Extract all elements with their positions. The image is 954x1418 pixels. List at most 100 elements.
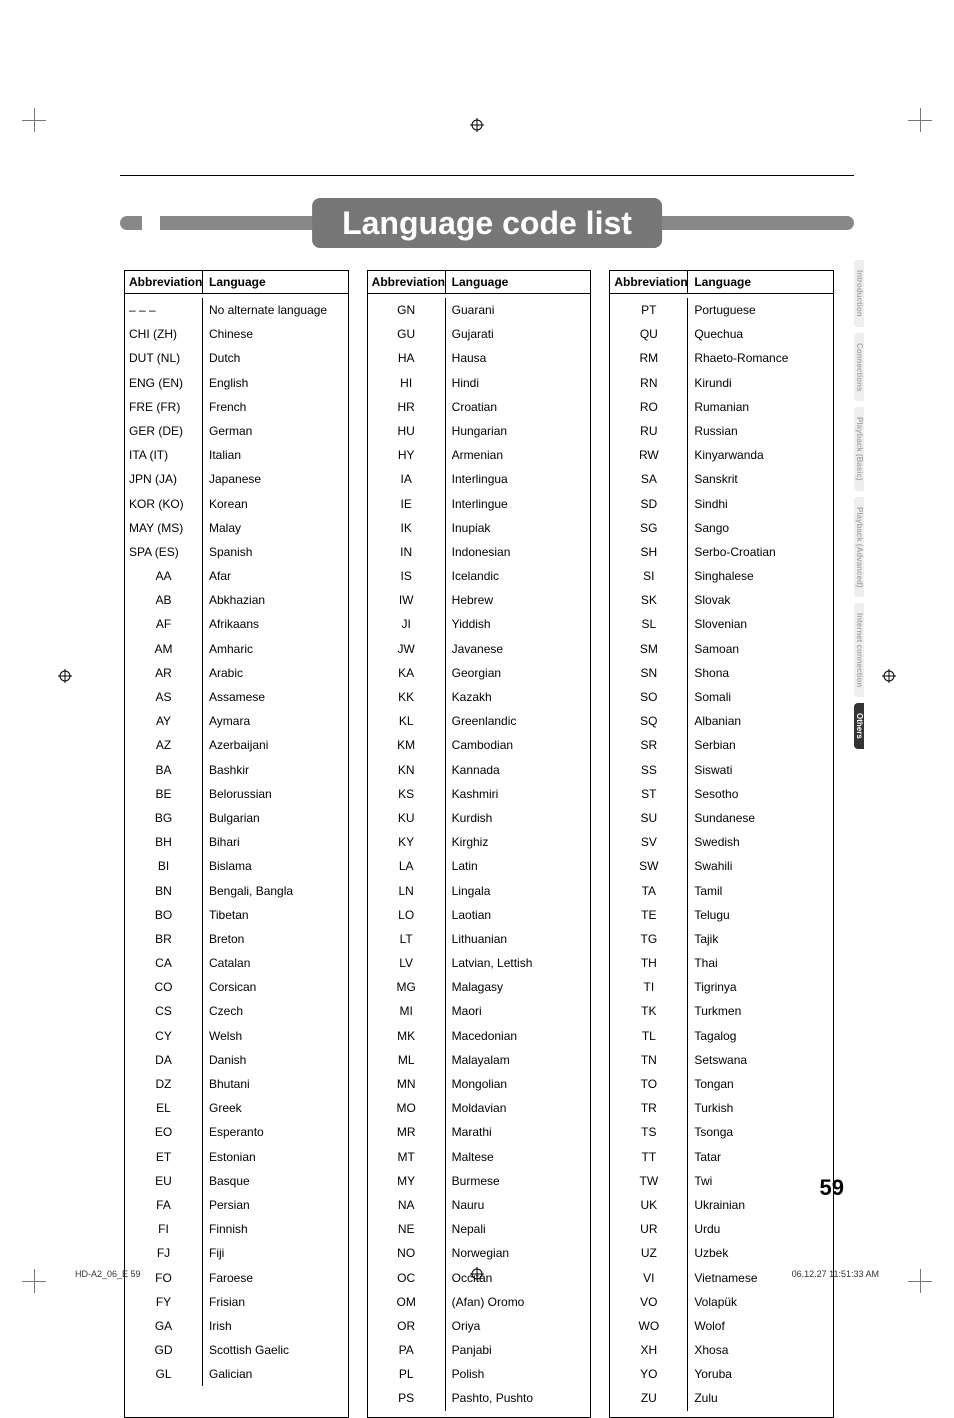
table-row: ITA (IT)Italian [125, 443, 348, 467]
column-header: AbbreviationLanguage [368, 271, 591, 294]
table-row: AAAfar [125, 564, 348, 588]
table-row: BGBulgarian [125, 806, 348, 830]
title-pill: Language code list [312, 198, 662, 248]
side-tab[interactable]: Others [854, 703, 864, 749]
cell-language: Tigrinya [688, 975, 833, 999]
table-row: SNShona [610, 661, 833, 685]
cell-abbreviation: AY [125, 709, 203, 733]
cell-abbreviation: MR [368, 1120, 446, 1144]
cell-abbreviation: SM [610, 637, 688, 661]
cell-language: Finnish [203, 1217, 348, 1241]
table-row: GNGuarani [368, 298, 591, 322]
table-row: LNLingala [368, 879, 591, 903]
table-row: IWHebrew [368, 588, 591, 612]
side-tab[interactable]: Playback (Advanced) [854, 497, 864, 597]
table-row: DZBhutani [125, 1072, 348, 1096]
side-tab[interactable]: Playback (Basic) [854, 407, 864, 491]
table-row: SSSiswati [610, 758, 833, 782]
cell-language: Macedonian [446, 1024, 591, 1048]
cell-abbreviation: NA [368, 1193, 446, 1217]
column-header: AbbreviationLanguage [610, 271, 833, 294]
cell-language: Twi [688, 1169, 833, 1193]
table-row: TKTurkmen [610, 999, 833, 1023]
cell-language: Rhaeto-Romance [688, 346, 833, 370]
table-row: RMRhaeto-Romance [610, 346, 833, 370]
cell-language: Ukrainian [688, 1193, 833, 1217]
table-row: IEInterlingue [368, 492, 591, 516]
cell-abbreviation: LO [368, 903, 446, 927]
cell-abbreviation: MG [368, 975, 446, 999]
cell-language: Dutch [203, 346, 348, 370]
cell-abbreviation: TS [610, 1120, 688, 1144]
header-language: Language [203, 271, 348, 293]
table-row: TETelugu [610, 903, 833, 927]
table-row: BNBengali, Bangla [125, 879, 348, 903]
cell-abbreviation: TA [610, 879, 688, 903]
table-row: AFAfrikaans [125, 612, 348, 636]
cell-abbreviation: SW [610, 854, 688, 878]
language-tables: AbbreviationLanguage– – –No alternate la… [124, 270, 834, 1418]
cell-abbreviation: TN [610, 1048, 688, 1072]
table-row: ASAssamese [125, 685, 348, 709]
table-row: FRE (FR)French [125, 395, 348, 419]
cell-abbreviation: IN [368, 540, 446, 564]
cell-language: Latin [446, 854, 591, 878]
cell-language: Tsonga [688, 1120, 833, 1144]
side-tab[interactable]: Internet connection [854, 603, 864, 697]
cell-abbreviation: KM [368, 733, 446, 757]
cell-language: Croatian [446, 395, 591, 419]
table-row: DADanish [125, 1048, 348, 1072]
page-number: 59 [820, 1175, 844, 1201]
table-row: AZAzerbaijani [125, 733, 348, 757]
side-tab[interactable]: Introduction [854, 260, 864, 327]
table-row: HYArmenian [368, 443, 591, 467]
cell-language: Sango [688, 516, 833, 540]
cell-language: Hungarian [446, 419, 591, 443]
table-row: ENG (EN)English [125, 371, 348, 395]
table-row: CACatalan [125, 951, 348, 975]
table-row: SKSlovak [610, 588, 833, 612]
table-row: PAPanjabi [368, 1338, 591, 1362]
cell-language: (Afan) Oromo [446, 1290, 591, 1314]
side-tab[interactable]: Connections [854, 333, 864, 401]
table-row: OROriya [368, 1314, 591, 1338]
cell-abbreviation: LV [368, 951, 446, 975]
cell-language: Indonesian [446, 540, 591, 564]
cell-abbreviation: BN [125, 879, 203, 903]
table-row: TNSetswana [610, 1048, 833, 1072]
crop-mark-icon [908, 108, 932, 132]
cell-abbreviation: IA [368, 467, 446, 491]
cell-language: Panjabi [446, 1338, 591, 1362]
table-row: BRBreton [125, 927, 348, 951]
registration-mark-icon [58, 669, 72, 683]
cell-language: Javanese [446, 637, 591, 661]
cell-language: Tagalog [688, 1024, 833, 1048]
table-row: RORumanian [610, 395, 833, 419]
cell-abbreviation: HY [368, 443, 446, 467]
cell-language: Bhutani [203, 1072, 348, 1096]
cell-abbreviation: TT [610, 1145, 688, 1169]
table-row: SUSundanese [610, 806, 833, 830]
cell-abbreviation: AR [125, 661, 203, 685]
cell-language: Burmese [446, 1169, 591, 1193]
cell-abbreviation: HR [368, 395, 446, 419]
cell-language: Pashto, Pushto [446, 1386, 591, 1410]
cell-language: Frisian [203, 1290, 348, 1314]
cell-abbreviation: DUT (NL) [125, 346, 203, 370]
cell-language: Guarani [446, 298, 591, 322]
table-row: SVSwedish [610, 830, 833, 854]
cell-language: Interlingue [446, 492, 591, 516]
cell-abbreviation: OM [368, 1290, 446, 1314]
table-row: FIFinnish [125, 1217, 348, 1241]
cell-language: Malay [203, 516, 348, 540]
cell-language: Latvian, Lettish [446, 951, 591, 975]
header-rule [120, 175, 854, 176]
table-row: MAY (MS)Malay [125, 516, 348, 540]
cell-abbreviation: ET [125, 1145, 203, 1169]
header-abbreviation: Abbreviation [125, 271, 203, 293]
cell-abbreviation: YO [610, 1362, 688, 1386]
table-row: IKInupiak [368, 516, 591, 540]
cell-abbreviation: EO [125, 1120, 203, 1144]
table-row: PSPashto, Pushto [368, 1386, 591, 1410]
cell-abbreviation: MO [368, 1096, 446, 1120]
